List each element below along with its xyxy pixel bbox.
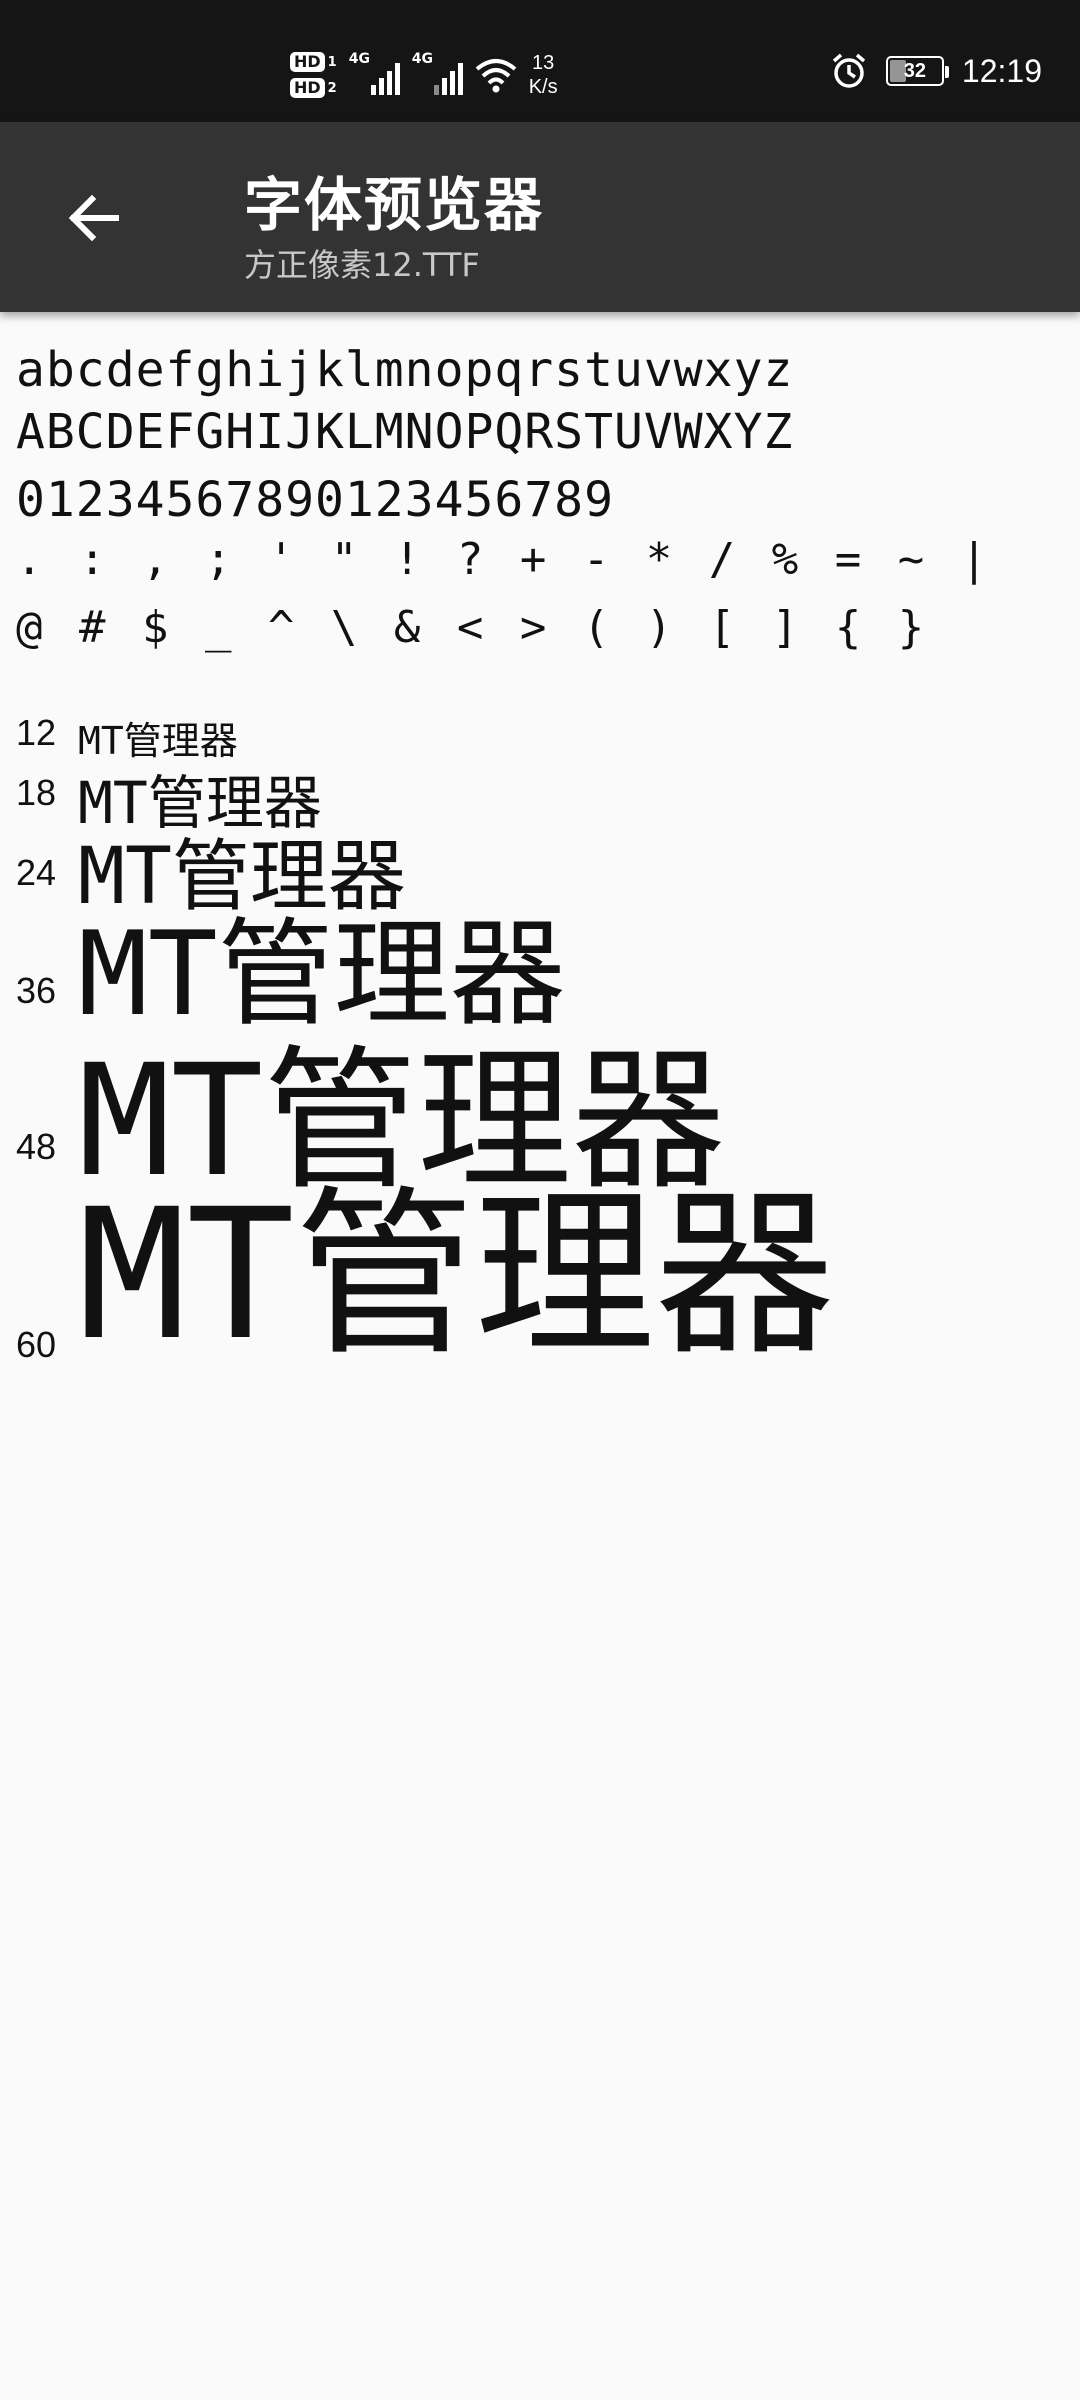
uppercase-sample: ABCDEFGHIJKLMNOPQRSTUVWXYZ	[16, 404, 794, 460]
digits-sample: 01234567890123456789	[16, 472, 614, 528]
battery-icon: 32	[885, 56, 949, 86]
network-speed: 13 K/s	[529, 51, 558, 99]
size-label: 48	[16, 1126, 57, 1167]
size-label: 60	[16, 1324, 57, 1365]
status-bar: HD 1 HD 2 4G 4G 13 K/s 32 12:19	[0, 0, 1080, 122]
page-title: 字体预览器	[244, 171, 545, 239]
hd-indicators: HD 1 HD 2	[290, 52, 337, 98]
size-label: 12	[16, 712, 57, 753]
status-right-group: 32 12:19	[830, 52, 1042, 90]
back-button[interactable]	[52, 176, 136, 260]
hd2-number: 2	[327, 80, 337, 96]
alarm-icon	[832, 53, 866, 88]
network-speed-unit: K/s	[528, 76, 558, 98]
status-left-group: HD 1 HD 2 4G 4G 13 K/s	[290, 40, 558, 110]
hd1-number: 1	[327, 54, 337, 70]
size-label: 18	[16, 772, 57, 813]
punctuation-sample-1: . : , ; ' " ! ? + - * / % = ~ |	[16, 534, 988, 585]
lowercase-sample: abcdefghijklmnopqrstuvwxyz	[16, 342, 794, 398]
punctuation-sample-2: @ # $ _ ^ \ & < > ( ) [ ] { }	[16, 602, 925, 653]
signal-1-icon: 4G	[349, 51, 400, 95]
arrow-back-icon	[68, 194, 119, 242]
hd1-badge: HD	[290, 52, 325, 72]
clock: 12:19	[961, 52, 1042, 89]
size-label: 24	[16, 852, 57, 893]
hd2-badge: HD	[290, 78, 325, 98]
font-file-name: 方正像素12.TTF	[244, 246, 480, 284]
size-sample: MT管理器	[78, 1171, 835, 1380]
app-toolbar: 字体预览器 方正像素12.TTF	[0, 122, 1080, 312]
network-1-label: 4G	[348, 51, 370, 67]
hd1-indicator: HD 1	[290, 52, 337, 72]
wifi-icon	[475, 59, 517, 93]
hd2-indicator: HD 2	[290, 78, 337, 98]
battery-level: 32	[903, 59, 927, 82]
network-2-label: 4G	[411, 51, 433, 67]
network-speed-value: 13	[532, 52, 555, 74]
size-label: 36	[16, 970, 57, 1011]
signal-2-icon: 4G	[412, 51, 463, 95]
